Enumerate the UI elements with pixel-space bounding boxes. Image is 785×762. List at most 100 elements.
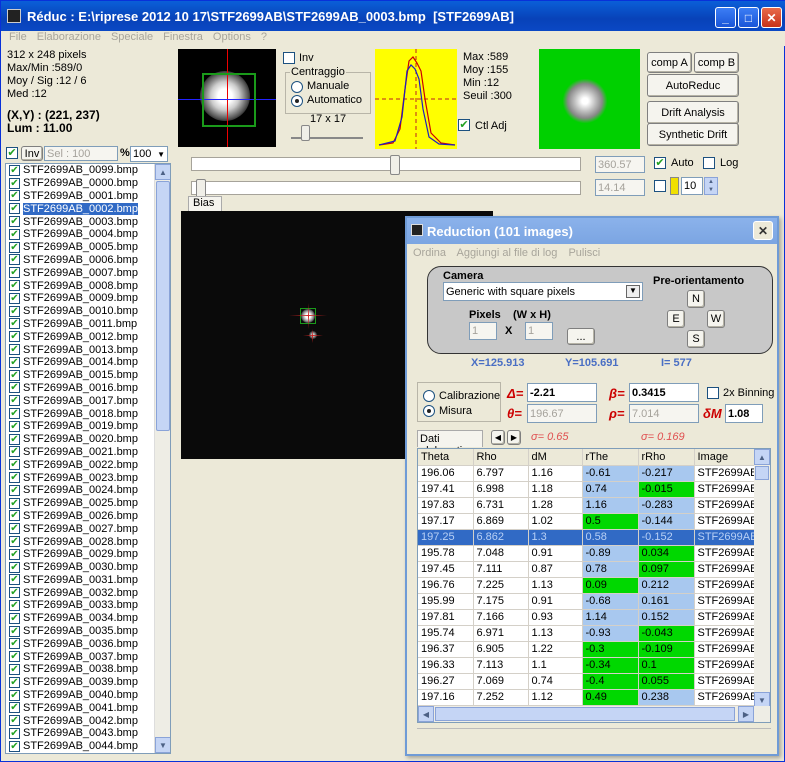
file-list-item[interactable]: ✔ STF2699AB_0023.bmp xyxy=(6,471,170,484)
file-list-item[interactable]: ✔ STF2699AB_0011.bmp xyxy=(6,318,170,331)
file-list-item[interactable]: ✔ STF2699AB_0008.bmp xyxy=(6,279,170,292)
file-list-item[interactable]: ✔ STF2699AB_0037.bmp xyxy=(6,650,170,663)
dm-field[interactable]: 1.08 xyxy=(725,404,763,423)
file-list-item[interactable]: ✔ STF2699AB_0017.bmp xyxy=(6,394,170,407)
file-list-item[interactable]: ✔ STF2699AB_0026.bmp xyxy=(6,510,170,523)
file-list-item[interactable]: ✔ STF2699AB_0038.bmp xyxy=(6,663,170,676)
list-inv-button[interactable]: Inv xyxy=(21,146,43,161)
file-checkbox[interactable]: ✔ xyxy=(9,689,20,701)
table-row[interactable]: 197.17 6.869 1.02 0.5 -0.144 STF2699AB xyxy=(418,513,762,530)
file-list-item[interactable]: ✔ STF2699AB_0006.bmp xyxy=(6,254,170,267)
file-checkbox[interactable]: ✔ xyxy=(9,497,20,509)
grid-hscroll-thumb[interactable] xyxy=(435,707,735,721)
file-list-item[interactable]: ✔ STF2699AB_0030.bmp xyxy=(6,561,170,574)
file-checkbox[interactable]: ✔ xyxy=(9,638,20,650)
binning-checkbox[interactable] xyxy=(707,387,719,399)
file-list-item[interactable]: ✔ STF2699AB_0007.bmp xyxy=(6,266,170,279)
grid-hscroll[interactable]: ◀ ▶ xyxy=(418,706,770,722)
scroll-down-icon[interactable]: ▼ xyxy=(155,737,170,753)
file-checkbox[interactable]: ✔ xyxy=(9,408,20,420)
file-list-item[interactable]: ✔ STF2699AB_0025.bmp xyxy=(6,497,170,510)
menu-finestra[interactable]: Finestra xyxy=(159,31,207,43)
file-list-item[interactable]: ✔ STF2699AB_0014.bmp xyxy=(6,356,170,369)
browse-button[interactable]: ... xyxy=(567,328,595,345)
file-list-item[interactable]: ✔ STF2699AB_0040.bmp xyxy=(6,689,170,702)
file-checkbox[interactable]: ✔ xyxy=(9,228,20,240)
file-checkbox[interactable]: ✔ xyxy=(9,574,20,586)
theta-field[interactable]: 196.67 xyxy=(527,404,597,423)
file-list-item[interactable]: ✔ STF2699AB_0099.bmp xyxy=(6,164,170,177)
grid-scroll-thumb[interactable] xyxy=(755,466,769,480)
box-size-slider-thumb[interactable] xyxy=(301,125,310,141)
file-checkbox[interactable]: ✔ xyxy=(9,203,20,215)
file-list-item[interactable]: ✔ STF2699AB_0020.bmp xyxy=(6,433,170,446)
file-list-item[interactable]: ✔ STF2699AB_0004.bmp xyxy=(6,228,170,241)
box-size-slider[interactable] xyxy=(291,125,363,141)
file-list-item[interactable]: ✔ STF2699AB_0005.bmp xyxy=(6,241,170,254)
file-list-scrollbar[interactable]: ▲ ▼ xyxy=(154,164,170,753)
file-list-item[interactable]: ✔ STF2699AB_0000.bmp xyxy=(6,177,170,190)
file-checkbox[interactable]: ✔ xyxy=(9,472,20,484)
file-list-item[interactable]: ✔ STF2699AB_0034.bmp xyxy=(6,612,170,625)
misura-radio[interactable] xyxy=(423,405,435,417)
file-checkbox[interactable]: ✔ xyxy=(9,612,20,624)
pixel-width-field[interactable]: 1 xyxy=(469,322,497,340)
tab-next-button[interactable]: ▶ xyxy=(507,430,521,445)
file-checkbox[interactable]: ✔ xyxy=(9,305,20,317)
file-checkbox[interactable]: ✔ xyxy=(9,523,20,535)
maximize-button[interactable]: □ xyxy=(738,7,759,28)
synthetic-drift-button[interactable]: Synthetic Drift xyxy=(647,123,739,146)
menu-options[interactable]: Options xyxy=(209,31,255,43)
file-list-item[interactable]: ✔ STF2699AB_0043.bmp xyxy=(6,727,170,740)
file-list[interactable]: ✔ STF2699AB_0099.bmp ✔ STF2699AB_0000.bmp ✔ S… xyxy=(5,163,171,754)
menu-ordina[interactable]: Ordina xyxy=(413,247,446,259)
menu-speciale[interactable]: Speciale xyxy=(107,31,157,43)
menu-pulisci[interactable]: Pulisci xyxy=(568,247,600,259)
file-list-item[interactable]: ✔ STF2699AB_0016.bmp xyxy=(6,382,170,395)
max-slider[interactable] xyxy=(191,155,581,175)
file-checkbox[interactable]: ✔ xyxy=(9,599,20,611)
menu-aggiungi[interactable]: Aggiungi al file di log xyxy=(456,247,557,259)
file-checkbox[interactable]: ✔ xyxy=(9,292,20,304)
minimize-button[interactable]: _ xyxy=(715,7,736,28)
beta-field[interactable]: 0.3415 xyxy=(629,383,699,402)
delta-field[interactable]: -2.21 xyxy=(527,383,597,402)
file-list-item[interactable]: ✔ STF2699AB_0021.bmp xyxy=(6,446,170,459)
spin-arrows[interactable]: ▲ ▼ xyxy=(704,177,718,195)
file-checkbox[interactable]: ✔ xyxy=(9,663,20,675)
inv-checkbox[interactable] xyxy=(283,52,295,64)
file-list-item[interactable]: ✔ STF2699AB_0044.bmp xyxy=(6,740,170,753)
file-checkbox[interactable]: ✔ xyxy=(9,420,20,432)
rho-field[interactable]: 7.014 xyxy=(629,404,699,423)
file-checkbox[interactable]: ✔ xyxy=(9,190,20,202)
scroll-thumb[interactable] xyxy=(156,181,170,431)
file-list-item[interactable]: ✔ STF2699AB_0027.bmp xyxy=(6,522,170,535)
file-checkbox[interactable]: ✔ xyxy=(9,536,20,547)
file-checkbox[interactable]: ✔ xyxy=(9,254,20,266)
south-button[interactable]: S xyxy=(687,330,705,348)
file-checkbox[interactable]: ✔ xyxy=(9,344,20,356)
file-checkbox[interactable]: ✔ xyxy=(9,267,20,279)
dati-tab[interactable]: Dati elaborati xyxy=(417,430,483,457)
file-checkbox[interactable]: ✔ xyxy=(9,318,20,330)
table-row[interactable]: 197.16 7.252 1.12 0.49 0.238 STF2699AB xyxy=(418,689,762,706)
table-row[interactable]: 197.83 6.731 1.28 1.16 -0.283 STF2699AB xyxy=(418,497,762,514)
table-row[interactable]: 195.99 7.175 0.91 -0.68 0.161 STF2699AB xyxy=(418,593,762,610)
file-checkbox[interactable]: ✔ xyxy=(9,561,20,573)
file-list-item[interactable]: ✔ STF2699AB_0013.bmp xyxy=(6,343,170,356)
menu-elaborazione[interactable]: Elaborazione xyxy=(33,31,105,43)
file-list-item[interactable]: ✔ STF2699AB_0003.bmp xyxy=(6,215,170,228)
file-list-item[interactable]: ✔ STF2699AB_0022.bmp xyxy=(6,458,170,471)
comp-b-button[interactable]: comp B xyxy=(694,52,739,73)
file-list-item[interactable]: ✔ STF2699AB_0009.bmp xyxy=(6,292,170,305)
chevron-down-icon[interactable]: ▼ xyxy=(157,150,165,159)
grid-scroll-right-icon[interactable]: ▶ xyxy=(738,706,754,722)
east-button[interactable]: E xyxy=(667,310,685,328)
file-checkbox[interactable]: ✔ xyxy=(9,715,20,727)
file-checkbox[interactable]: ✔ xyxy=(9,625,20,637)
column-header[interactable]: dM xyxy=(528,449,583,466)
table-row[interactable]: 196.27 7.069 0.74 -0.4 0.055 STF2699AB xyxy=(418,673,762,690)
file-checkbox[interactable]: ✔ xyxy=(9,177,20,189)
results-grid[interactable]: Theta Rho dM rThe rRho Image 196.06 6.797 1.16-… xyxy=(417,448,771,723)
menu-file[interactable]: File xyxy=(5,31,31,43)
